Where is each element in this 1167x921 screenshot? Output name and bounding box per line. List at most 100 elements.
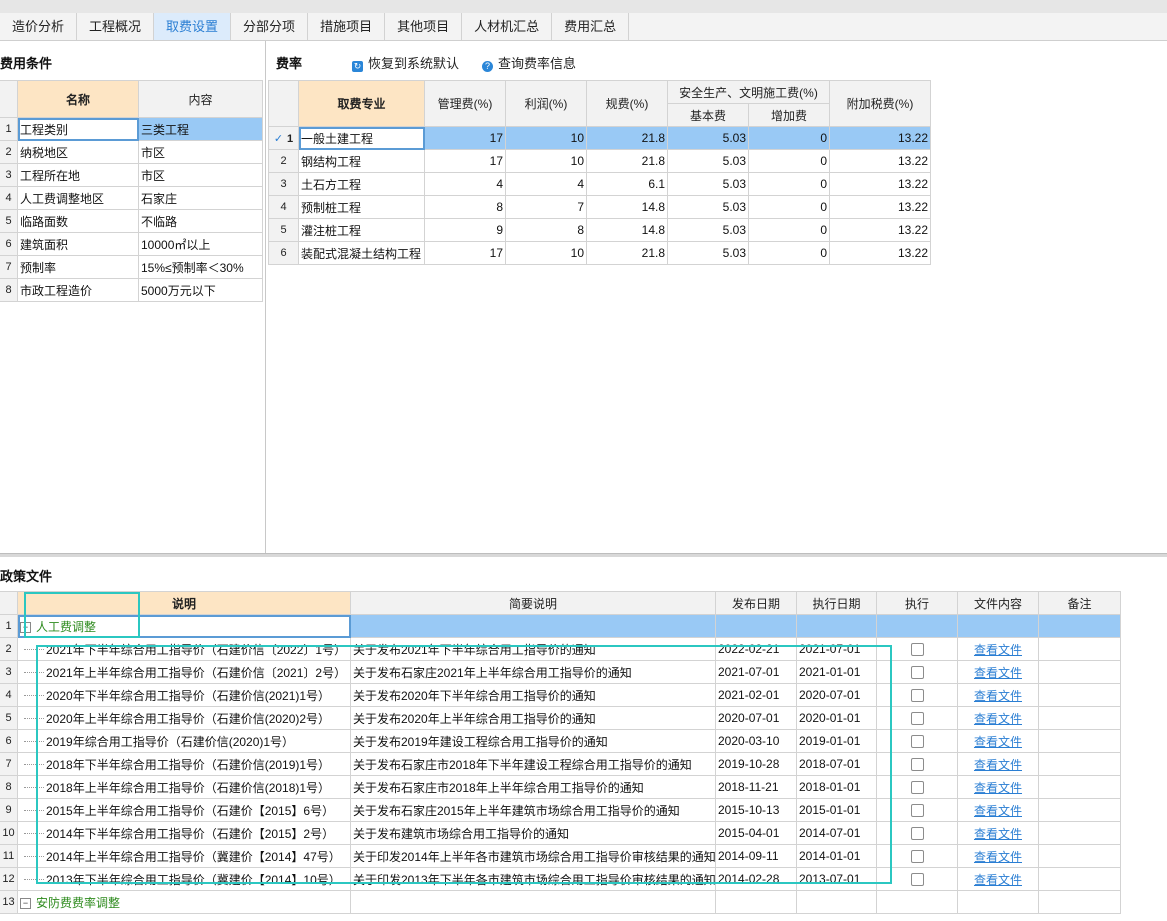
policy-brief[interactable]: 关于印发2014年上半年各市建筑市场综合用工指导价审核结果的通知	[350, 844, 716, 868]
rate-major[interactable]: 一般土建工程	[298, 126, 425, 150]
rate-profit[interactable]: 10	[505, 241, 587, 265]
rate-tax[interactable]: 13.22	[829, 172, 932, 196]
execute-checkbox[interactable]	[910, 643, 924, 657]
rate-tax[interactable]: 13.22	[829, 195, 932, 219]
policy-note[interactable]	[1038, 844, 1121, 868]
rate-tax[interactable]: 13.22	[829, 241, 932, 265]
policy-row[interactable]: 10 2014年下半年综合用工指导价（石建价【2015】2号） 关于发布建筑市场综合…	[0, 821, 1121, 845]
policy-desc[interactable]: 2021年上半年综合用工指导价（石建价信〔2021〕2号）	[17, 660, 351, 684]
policy-row[interactable]: 3 2021年上半年综合用工指导价（石建价信〔2021〕2号） 关于发布石家庄202…	[0, 660, 1121, 684]
rate-row[interactable]: 3 土石方工程 4 4 6.1 5.03 0 13.22	[268, 172, 932, 196]
policy-note[interactable]	[1038, 637, 1121, 661]
policy-row[interactable]: 9 2015年上半年综合用工指导价（石建价【2015】6号） 关于发布石家庄2015…	[0, 798, 1121, 822]
rate-basic[interactable]: 5.03	[667, 195, 749, 219]
policy-note[interactable]	[1038, 752, 1121, 776]
policy-desc[interactable]: 2015年上半年综合用工指导价（石建价【2015】6号）	[17, 798, 351, 822]
rate-mgmt[interactable]: 17	[424, 149, 506, 173]
condition-name[interactable]: 工程类别	[17, 117, 139, 141]
header-mgmt[interactable]: 管理费(%)	[424, 80, 506, 127]
tab-fee-summary[interactable]: 费用汇总	[552, 13, 630, 40]
rate-row[interactable]: 5 灌注桩工程 9 8 14.8 5.03 0 13.22	[268, 218, 932, 242]
rate-fee[interactable]: 21.8	[586, 149, 668, 173]
view-file-link[interactable]: 查看文件	[957, 867, 1039, 891]
policy-brief[interactable]: 关于发布2020年下半年综合用工指导价的通知	[350, 683, 716, 707]
rate-tax[interactable]: 13.22	[829, 126, 932, 150]
rate-row[interactable]: 6 装配式混凝土结构工程 17 10 21.8 5.03 0 13.22	[268, 241, 932, 265]
rate-profit[interactable]: 4	[505, 172, 587, 196]
rate-row[interactable]: 2 钢结构工程 17 10 21.8 5.03 0 13.22	[268, 149, 932, 173]
header-extra[interactable]: 增加费	[747, 103, 831, 127]
header-execute[interactable]: 执行	[876, 591, 958, 615]
rate-mgmt[interactable]: 8	[424, 195, 506, 219]
condition-row[interactable]: 7 预制率 15%≤预制率＜30%	[0, 255, 263, 279]
policy-row[interactable]: 5 2020年上半年综合用工指导价（石建价信(2020)2号） 关于发布2020年上…	[0, 706, 1121, 730]
rate-tax[interactable]: 13.22	[829, 149, 932, 173]
rate-mgmt[interactable]: 9	[424, 218, 506, 242]
execute-checkbox[interactable]	[910, 712, 924, 726]
header-name[interactable]: 名称	[17, 80, 139, 118]
condition-name[interactable]: 工程所在地	[17, 163, 139, 187]
policy-desc[interactable]: 2018年上半年综合用工指导价（石建价信(2018)1号）	[17, 775, 351, 799]
header-fee[interactable]: 规费(%)	[586, 80, 668, 127]
header-desc[interactable]: 说明	[17, 591, 351, 615]
header-content[interactable]: 内容	[138, 80, 263, 118]
header-basic[interactable]: 基本费	[667, 103, 749, 127]
rate-fee[interactable]: 14.8	[586, 218, 668, 242]
condition-row[interactable]: 5 临路面数 不临路	[0, 209, 263, 233]
rate-major[interactable]: 灌注桩工程	[298, 218, 425, 242]
restore-default-button[interactable]: ↻ 恢复到系统默认	[352, 53, 459, 72]
condition-content[interactable]: 市区	[138, 140, 263, 164]
condition-name[interactable]: 市政工程造价	[17, 278, 139, 302]
rate-profit[interactable]: 10	[505, 149, 587, 173]
condition-name[interactable]: 临路面数	[17, 209, 139, 233]
execute-checkbox[interactable]	[910, 666, 924, 680]
vertical-splitter[interactable]	[265, 41, 266, 553]
policy-brief[interactable]: 关于印发2013年下半年各市建筑市场综合用工指导价审核结果的通知	[350, 867, 716, 891]
view-file-link[interactable]: 查看文件	[957, 798, 1039, 822]
policy-brief[interactable]: 关于发布2019年建设工程综合用工指导价的通知	[350, 729, 716, 753]
view-file-link[interactable]: 查看文件	[957, 752, 1039, 776]
condition-name[interactable]: 人工费调整地区	[17, 186, 139, 210]
collapse-icon[interactable]: −	[20, 621, 31, 633]
horizontal-splitter[interactable]	[0, 553, 1167, 557]
tab-cost-analysis[interactable]: 造价分析	[0, 13, 78, 40]
execute-checkbox[interactable]	[910, 758, 924, 772]
tab-project-overview[interactable]: 工程概况	[77, 13, 155, 40]
group-row-safety[interactable]: 13 − 安防费费率调整	[0, 890, 1121, 914]
condition-row[interactable]: 3 工程所在地 市区	[0, 163, 263, 187]
tab-other-items[interactable]: 其他项目	[385, 13, 463, 40]
policy-desc[interactable]: 2014年下半年综合用工指导价（石建价【2015】2号）	[17, 821, 351, 845]
rate-major[interactable]: 装配式混凝土结构工程	[298, 241, 425, 265]
rate-major[interactable]: 钢结构工程	[298, 149, 425, 173]
view-file-link[interactable]: 查看文件	[957, 844, 1039, 868]
view-file-link[interactable]: 查看文件	[957, 729, 1039, 753]
policy-note[interactable]	[1038, 775, 1121, 799]
rate-extra[interactable]: 0	[747, 218, 831, 242]
rate-profit[interactable]: 8	[505, 218, 587, 242]
rate-profit[interactable]: 10	[505, 126, 587, 150]
view-file-link[interactable]: 查看文件	[957, 683, 1039, 707]
policy-row[interactable]: 6 2019年综合用工指导价（石建价信(2020)1号） 关于发布2019年建设工程…	[0, 729, 1121, 753]
execute-checkbox[interactable]	[910, 804, 924, 818]
policy-row[interactable]: 2 2021年下半年综合用工指导价（石建价信〔2022〕1号） 关于发布2021年下…	[0, 637, 1121, 661]
collapse-icon[interactable]: −	[20, 897, 31, 909]
policy-row[interactable]: 7 2018年下半年综合用工指导价（石建价信(2019)1号） 关于发布石家庄市20…	[0, 752, 1121, 776]
rate-mgmt[interactable]: 17	[424, 126, 506, 150]
policy-desc[interactable]: 2018年下半年综合用工指导价（石建价信(2019)1号）	[17, 752, 351, 776]
condition-row[interactable]: 6 建筑面积 10000㎡以上	[0, 232, 263, 256]
policy-note[interactable]	[1038, 660, 1121, 684]
policy-note[interactable]	[1038, 798, 1121, 822]
rate-extra[interactable]: 0	[747, 172, 831, 196]
rate-basic[interactable]: 5.03	[667, 172, 749, 196]
execute-checkbox[interactable]	[910, 873, 924, 887]
header-major[interactable]: 取费专业	[298, 80, 425, 127]
policy-desc[interactable]: 2019年综合用工指导价（石建价信(2020)1号）	[17, 729, 351, 753]
rate-row[interactable]: ✓ 1 一般土建工程 17 10 21.8 5.03 0 13.22	[268, 126, 932, 150]
execute-checkbox[interactable]	[910, 735, 924, 749]
policy-desc[interactable]: 2020年上半年综合用工指导价（石建价信(2020)2号）	[17, 706, 351, 730]
rate-fee[interactable]: 6.1	[586, 172, 668, 196]
rate-extra[interactable]: 0	[747, 241, 831, 265]
condition-name[interactable]: 建筑面积	[17, 232, 139, 256]
condition-content[interactable]: 15%≤预制率＜30%	[138, 255, 263, 279]
rate-basic[interactable]: 5.03	[667, 218, 749, 242]
